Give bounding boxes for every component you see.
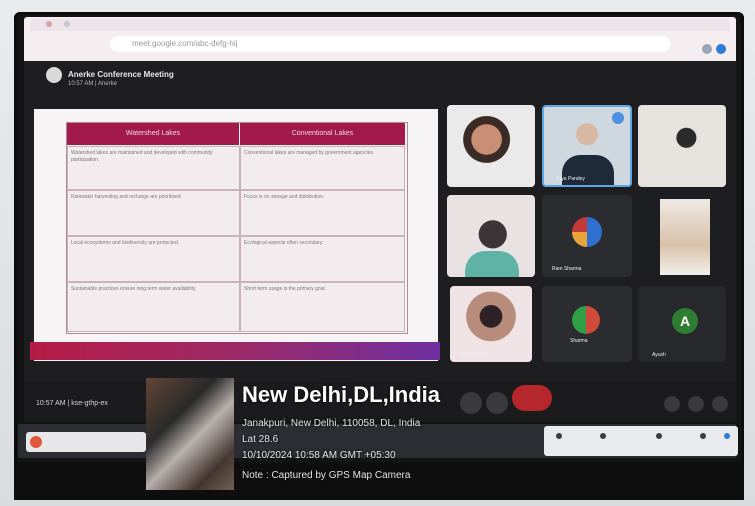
mic-button[interactable] [460, 392, 482, 414]
gps-address: Janakpuri, New Delhi, 110058, DL, India [242, 418, 421, 429]
table-cell: Local ecosystems and biodiversity are pr… [67, 236, 240, 282]
table-cell: Watershed lakes are maintained and devel… [67, 146, 240, 190]
new-tab-icon[interactable] [64, 21, 70, 27]
table-cell: Rainwater harvesting and recharge are pr… [67, 190, 240, 236]
monitor-bottom-bezel [14, 462, 744, 500]
speaking-indicator-icon [612, 112, 624, 124]
participant-tile[interactable] [638, 195, 726, 277]
participant-avatar: A [672, 308, 698, 334]
presenter-avatar [46, 67, 62, 83]
participant-name: Jaya Pandey [556, 176, 585, 182]
participant-tile[interactable] [447, 105, 535, 187]
table-cell: Ecological aspects often secondary. [240, 236, 405, 282]
people-icon[interactable] [688, 396, 704, 412]
volume-icon[interactable] [600, 433, 606, 439]
start-icon[interactable] [30, 436, 42, 448]
end-call-button[interactable] [512, 385, 552, 411]
notification-icon[interactable] [700, 433, 706, 439]
battery-icon[interactable] [656, 433, 662, 439]
address-bar[interactable]: meet.google.com/abc-defg-hij [110, 36, 670, 52]
participant-name: Ram Sharma [552, 266, 582, 272]
browser-tab-strip[interactable] [30, 19, 730, 31]
participant-tile[interactable] [447, 195, 535, 277]
gps-location: New Delhi,DL,India [242, 382, 441, 407]
app-icon[interactable] [724, 433, 730, 439]
gps-map-thumbnail [146, 378, 234, 490]
participant-tile[interactable]: A [638, 286, 726, 362]
meeting-header [38, 63, 728, 99]
participant-name: Ayush [652, 352, 666, 358]
participant-body [465, 251, 519, 277]
table-header-watershed: Watershed Lakes [67, 123, 239, 145]
table-cell: Focus is on storage and distribution. [240, 190, 405, 236]
slide-footer-bar [30, 342, 440, 360]
gps-note: Note : Captured by GPS Map Camera [242, 470, 411, 481]
table-cell: Short term usage is the primary goal. [240, 282, 405, 332]
chat-icon[interactable] [712, 396, 728, 412]
participant-name: Priya Singh [462, 352, 488, 358]
info-icon[interactable] [664, 396, 680, 412]
participant-tile[interactable] [450, 286, 532, 362]
extension-icon[interactable] [702, 44, 712, 54]
profile-avatar-icon[interactable] [716, 44, 726, 54]
participant-tile[interactable] [542, 286, 632, 362]
close-tab-icon[interactable] [46, 21, 52, 27]
participant-avatar [572, 217, 602, 247]
table-header-conventional: Conventional Lakes [240, 123, 405, 145]
participant-video [660, 199, 710, 275]
participant-avatar [572, 306, 600, 334]
table-cell: Sustainable practices ensure long term w… [67, 282, 240, 332]
participant-tile[interactable] [638, 105, 726, 187]
meeting-subtitle: 10:57 AM | Anerke [68, 81, 117, 87]
participant-tile[interactable] [542, 195, 632, 277]
taskbar-search[interactable] [26, 432, 146, 452]
gps-coordinates: Lat 28.6 [242, 434, 279, 445]
camera-button[interactable] [486, 392, 508, 414]
participant-name: Sharma [570, 338, 588, 344]
gps-datetime: 10/10/2024 10:58 AM GMT +05:30 [242, 450, 396, 461]
table-cell: Conventional lakes are managed by govern… [240, 146, 405, 190]
wifi-icon[interactable] [556, 433, 562, 439]
participant-body [562, 155, 614, 185]
meeting-time-code: 10:57 AM | kse-gthp-ex [36, 400, 108, 407]
meeting-title: Anerke Conference Meeting [68, 70, 174, 79]
system-tray [544, 426, 738, 456]
